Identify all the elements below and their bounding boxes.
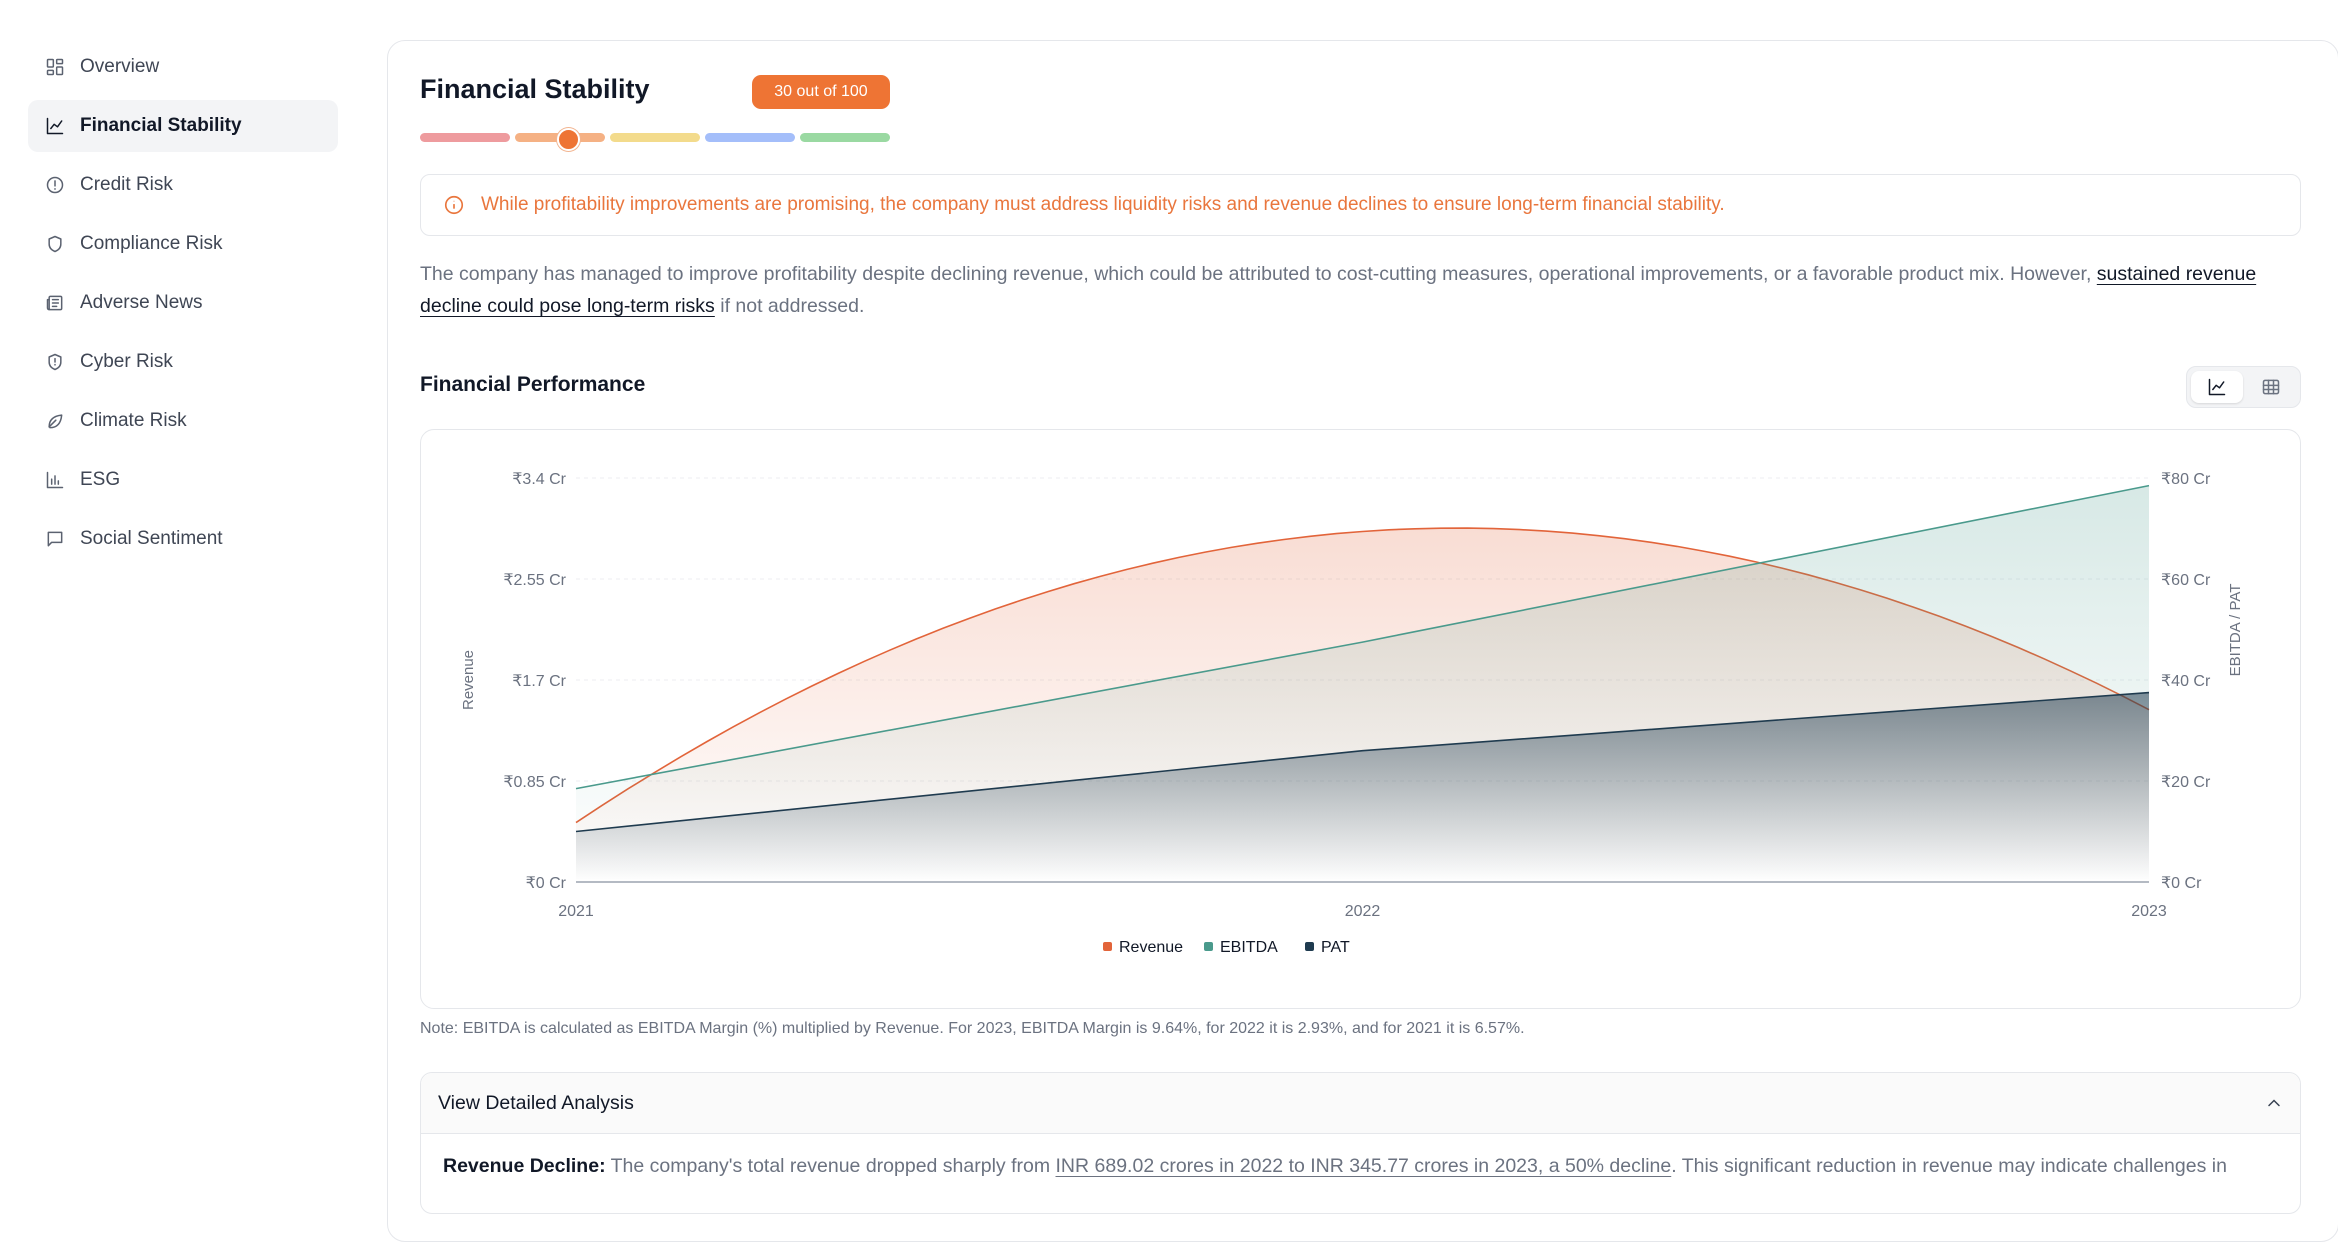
leaf-icon (44, 410, 66, 432)
right-tick-label: ₹80 Cr (2161, 471, 2211, 488)
view-toggle (2186, 366, 2301, 408)
sidebar-item-label: ESG (80, 469, 121, 490)
sidebar-item-label: Cyber Risk (80, 351, 173, 372)
legend-swatch-pat (1305, 942, 1314, 951)
left-tick-label: ₹2.55 Cr (503, 572, 566, 589)
x-tick-label: 2022 (1345, 903, 1381, 920)
legend-label-pat: PAT (1321, 939, 1350, 956)
alert-text: While profitability improvements are pro… (481, 194, 1725, 215)
bar-chart-icon (44, 469, 66, 491)
shield-alert-icon (44, 351, 66, 373)
dashboard-grid-icon (44, 56, 66, 78)
sidebar-item-label: Overview (80, 56, 160, 77)
sidebar-item-label: Credit Risk (80, 174, 173, 195)
section-title-financial-performance: Financial Performance (420, 373, 646, 396)
score-scale-segment-3 (610, 133, 700, 142)
sidebar-item-financial-stability[interactable]: Financial Stability (28, 100, 338, 152)
sidebar-item-label: Financial Stability (80, 115, 242, 136)
sidebar-item-esg[interactable]: ESG (28, 454, 338, 506)
sidebar-item-label: Climate Risk (80, 410, 187, 431)
sidebar-item-social-sentiment[interactable]: Social Sentiment (28, 513, 338, 565)
left-tick-label: ₹3.4 Cr (512, 471, 566, 488)
summary-text: The company has managed to improve profi… (420, 263, 2097, 285)
chart-view-icon (2208, 378, 2226, 396)
analysis-highlight-link[interactable]: INR 689.02 crores in 2022 to INR 345.77 … (1056, 1155, 1672, 1177)
left-tick-label: ₹0.85 Cr (503, 774, 566, 791)
sidebar-item-cyber-risk[interactable]: Cyber Risk (28, 336, 338, 388)
summary-text-end: if not addressed. (714, 295, 865, 317)
insight-alert: While profitability improvements are pro… (420, 174, 2301, 236)
right-tick-label: ₹40 Cr (2161, 673, 2211, 690)
detailed-analysis-accordion: View Detailed Analysis Revenue Decline: … (420, 1072, 2301, 1214)
line-chart-icon (44, 115, 66, 137)
info-circle-icon (443, 194, 465, 216)
sidebar-item-label: Compliance Risk (80, 233, 223, 254)
sidebar-item-credit-risk[interactable]: Credit Risk (28, 159, 338, 211)
alert-circle-icon (44, 174, 66, 196)
accordion-header[interactable]: View Detailed Analysis (421, 1073, 2300, 1134)
score-badge: 30 out of 100 (752, 75, 890, 109)
financial-performance-chart: ₹0 Cr ₹0.85 Cr ₹1.7 Cr ₹2.55 Cr ₹3.4 Cr ₹0 Cr… (460, 471, 2244, 956)
analysis-lead: Revenue Decline: (443, 1155, 606, 1177)
chevron-up-icon (2264, 1093, 2284, 1113)
right-axis-label: EBITDA / PAT (2227, 584, 2244, 677)
score-marker (557, 128, 580, 151)
analysis-text-after: . This significant reduction in revenue … (1671, 1155, 2227, 1177)
page-title: Financial Stability (420, 74, 650, 104)
left-tick-label: ₹1.7 Cr (512, 673, 566, 690)
legend-swatch-ebitda (1204, 942, 1213, 951)
accordion-title: View Detailed Analysis (438, 1092, 634, 1114)
message-square-icon (44, 528, 66, 550)
legend-label-revenue: Revenue (1119, 939, 1183, 956)
right-tick-label: ₹0 Cr (2161, 875, 2202, 892)
table-view-icon (2262, 379, 2280, 395)
score-scale-segment-1 (420, 133, 510, 142)
analysis-text-before: The company's total revenue dropped shar… (605, 1155, 1056, 1177)
x-tick-label: 2023 (2131, 903, 2167, 920)
newspaper-icon (44, 292, 66, 314)
sidebar-item-climate-risk[interactable]: Climate Risk (28, 395, 338, 447)
sidebar-item-label: Social Sentiment (80, 528, 223, 549)
score-scale-segment-4 (705, 133, 795, 142)
left-axis-label: Revenue (460, 650, 477, 710)
sidebar-item-adverse-news[interactable]: Adverse News (28, 277, 338, 329)
legend-label-ebitda: EBITDA (1220, 939, 1278, 956)
legend-swatch-revenue (1103, 942, 1112, 951)
left-tick-label: ₹0 Cr (526, 875, 567, 892)
shield-icon (44, 233, 66, 255)
right-tick-label: ₹60 Cr (2161, 572, 2211, 589)
x-tick-label: 2021 (558, 903, 594, 920)
chart-container: ₹0 Cr ₹0.85 Cr ₹1.7 Cr ₹2.55 Cr ₹3.4 Cr ₹0 Cr… (420, 429, 2301, 1009)
chart-note: Note: EBITDA is calculated as EBITDA Mar… (420, 1020, 1525, 1037)
sidebar-item-compliance-risk[interactable]: Compliance Risk (28, 218, 338, 270)
score-scale-segment-5 (800, 133, 890, 142)
chart-view-button[interactable] (2191, 371, 2243, 403)
analysis-text: Revenue Decline: The company's total rev… (443, 1155, 2283, 1178)
summary-paragraph: The company has managed to improve profi… (420, 258, 2300, 322)
table-view-button[interactable] (2245, 371, 2297, 403)
right-tick-label: ₹20 Cr (2161, 774, 2211, 791)
sidebar: Overview Financial Stability Credit Risk… (0, 0, 360, 1184)
sidebar-item-overview[interactable]: Overview (28, 41, 338, 93)
sidebar-item-label: Adverse News (80, 292, 203, 313)
